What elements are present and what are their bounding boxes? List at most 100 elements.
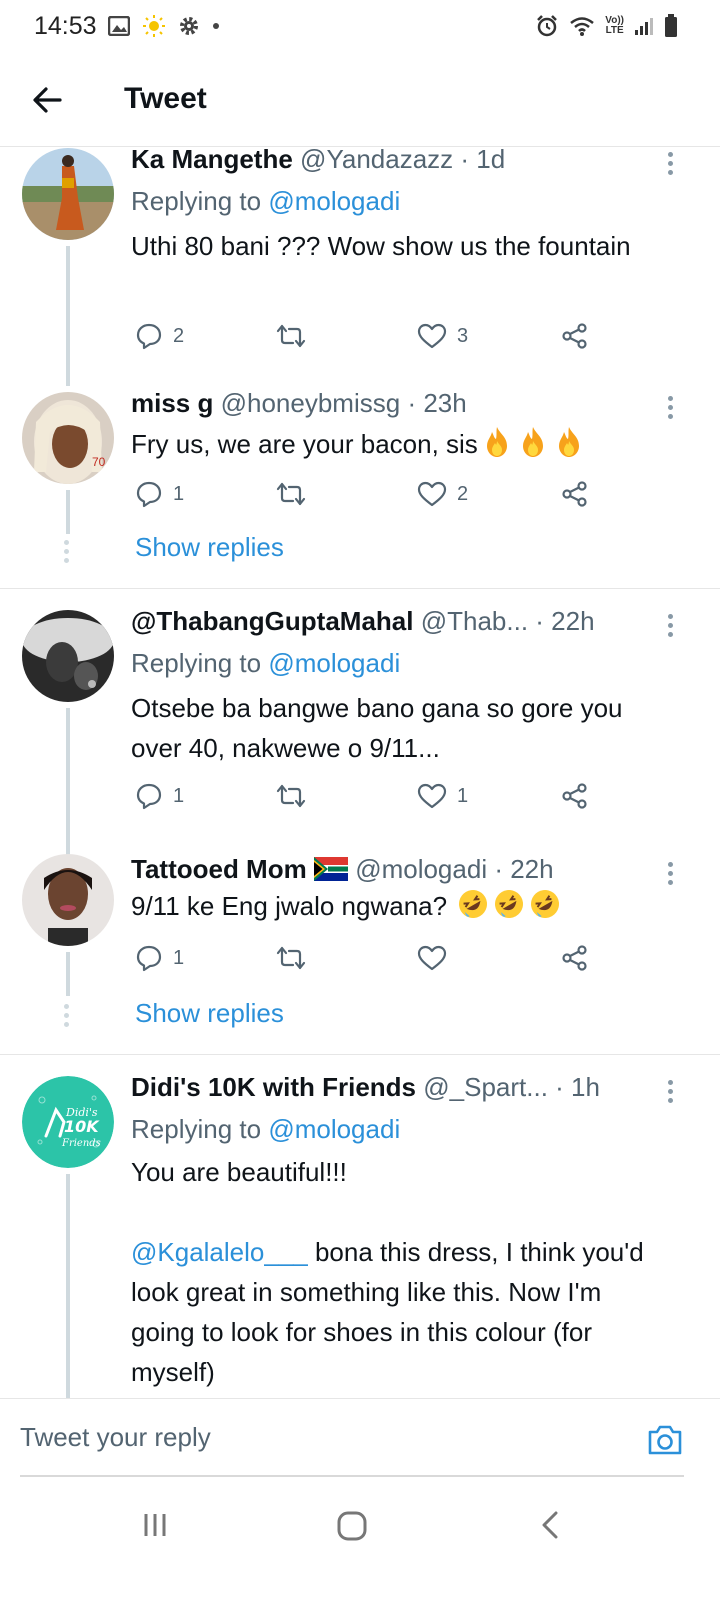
dot-icon xyxy=(212,22,220,30)
handle[interactable]: @mologadi xyxy=(355,854,487,884)
reply-feed[interactable]: Ka Mangethe @Yandazazz · 1d Replying to … xyxy=(0,148,720,1398)
signal-icon xyxy=(634,16,654,36)
tweet-actions: 2 3 xyxy=(131,322,611,356)
display-name[interactable]: @ThabangGuptaMahal xyxy=(131,606,413,636)
tweet-item[interactable]: @ThabangGuptaMahal @Thab... · 22h Replyi… xyxy=(0,606,720,858)
more-options-icon[interactable] xyxy=(668,614,676,641)
share-icon xyxy=(561,782,589,810)
reply-count: 1 xyxy=(173,946,185,969)
avatar[interactable] xyxy=(22,610,114,702)
reply-button[interactable]: 1 xyxy=(135,480,184,508)
svg-text:10K: 10K xyxy=(64,1117,100,1136)
show-replies-link[interactable]: Show replies xyxy=(135,532,284,563)
camera-icon[interactable] xyxy=(646,1423,684,1462)
display-name[interactable]: Didi's 10K with Friends xyxy=(131,1072,416,1102)
wifi-icon xyxy=(569,15,595,37)
system-nav-bar xyxy=(0,1480,720,1600)
more-options-icon[interactable] xyxy=(668,152,676,179)
divider xyxy=(0,1054,720,1055)
retweet-icon xyxy=(275,944,307,972)
show-replies-link[interactable]: Show replies xyxy=(135,998,284,1029)
replying-to: Replying to @mologadi xyxy=(131,646,400,680)
reply-button[interactable]: 1 xyxy=(135,782,184,810)
rofl-emoji xyxy=(454,890,562,921)
tweet-text: Uthi 80 bani ??? Wow show us the fountai… xyxy=(131,231,631,261)
retweet-icon xyxy=(275,480,307,508)
like-button[interactable] xyxy=(417,944,447,972)
recent-apps-icon[interactable] xyxy=(140,1510,170,1545)
replying-label: Replying to xyxy=(131,186,269,216)
tweet-item[interactable]: Didi's 10K Friends Didi's 10K with Friends… xyxy=(0,1072,720,1398)
reply-icon xyxy=(135,480,163,508)
reply-count: 1 xyxy=(173,482,185,505)
tweet-header: Didi's 10K with Friends @_Spart... · 1h xyxy=(131,1070,661,1104)
replying-mention[interactable]: @mologadi xyxy=(268,186,400,216)
heart-icon xyxy=(417,944,447,972)
more-options-icon[interactable] xyxy=(668,1080,676,1107)
share-button[interactable] xyxy=(561,322,589,350)
divider xyxy=(0,588,720,589)
reply-icon xyxy=(135,782,163,810)
network-type: Vo)) LTE xyxy=(605,15,624,36)
header: Tweet xyxy=(0,52,720,147)
replying-mention[interactable]: @mologadi xyxy=(268,1114,400,1144)
retweet-button[interactable] xyxy=(275,322,307,350)
share-icon xyxy=(561,480,589,508)
tweet-header: Ka Mangethe @Yandazazz · 1d xyxy=(131,148,661,176)
tweet-item[interactable]: Tattooed Mom @mologadi · 22h 9/11 ke Eng… xyxy=(0,854,720,1054)
tweet-item[interactable]: 70 miss g @honeybmissg · 23h Fry us, we … xyxy=(0,388,720,588)
avatar[interactable] xyxy=(22,148,114,240)
tweet-header: Tattooed Mom @mologadi · 22h xyxy=(131,852,661,886)
mention-link[interactable]: @Kgalalelo___ xyxy=(131,1237,308,1267)
share-button[interactable] xyxy=(561,782,589,810)
thread-line xyxy=(66,708,70,858)
tweet-text: 9/11 ke Eng jwalo ngwana? xyxy=(131,886,671,926)
heart-icon xyxy=(417,782,447,810)
handle[interactable]: @_Spart... xyxy=(423,1072,548,1102)
tweet-actions: 1 xyxy=(131,944,611,978)
thread-line xyxy=(66,1174,70,1398)
heart-icon xyxy=(417,480,447,508)
south-africa-flag-emoji xyxy=(313,854,348,884)
like-count: 3 xyxy=(457,324,469,347)
sun-icon xyxy=(142,14,166,38)
avatar[interactable]: 70 xyxy=(22,392,114,484)
retweet-icon xyxy=(275,782,307,810)
replying-label: Replying to xyxy=(131,1114,269,1144)
fire-emoji xyxy=(478,427,586,459)
tweet-item[interactable]: Ka Mangethe @Yandazazz · 1d Replying to … xyxy=(0,148,720,386)
share-button[interactable] xyxy=(561,480,589,508)
home-icon[interactable] xyxy=(336,1510,368,1547)
reply-button[interactable]: 1 xyxy=(135,944,184,972)
like-button[interactable]: 2 xyxy=(417,480,468,508)
reply-icon xyxy=(135,944,163,972)
thread-line xyxy=(66,246,70,386)
tweet-text-content: Fry us, we are your bacon, sis xyxy=(131,429,478,459)
more-options-icon[interactable] xyxy=(668,396,676,423)
avatar[interactable] xyxy=(22,854,114,946)
back-icon[interactable] xyxy=(538,1510,564,1545)
replying-mention[interactable]: @mologadi xyxy=(268,648,400,678)
reply-input[interactable] xyxy=(20,1413,620,1461)
retweet-button[interactable] xyxy=(275,480,307,508)
replying-to: Replying to @mologadi xyxy=(131,184,400,218)
display-name[interactable]: miss g xyxy=(131,388,213,418)
more-options-icon[interactable] xyxy=(668,862,676,889)
arrow-left-icon[interactable] xyxy=(30,82,66,118)
tweet-text-line: You are beautiful!!! xyxy=(131,1157,347,1187)
share-button[interactable] xyxy=(561,944,589,972)
handle[interactable]: @Thab... xyxy=(421,606,528,636)
handle[interactable]: @honeybmissg xyxy=(221,388,401,418)
tweet-text-content: 9/11 ke Eng jwalo ngwana? xyxy=(131,891,448,921)
avatar[interactable]: Didi's 10K Friends xyxy=(22,1076,114,1168)
display-name[interactable]: Ka Mangethe xyxy=(131,148,293,174)
display-name[interactable]: Tattooed Mom xyxy=(131,854,307,884)
retweet-button[interactable] xyxy=(275,782,307,810)
reply-button[interactable]: 2 xyxy=(135,322,184,350)
retweet-button[interactable] xyxy=(275,944,307,972)
handle[interactable]: @Yandazazz xyxy=(300,148,453,174)
like-button[interactable]: 1 xyxy=(417,782,468,810)
thread-line xyxy=(66,952,70,996)
thread-dots xyxy=(64,1004,70,1031)
like-button[interactable]: 3 xyxy=(417,322,468,350)
